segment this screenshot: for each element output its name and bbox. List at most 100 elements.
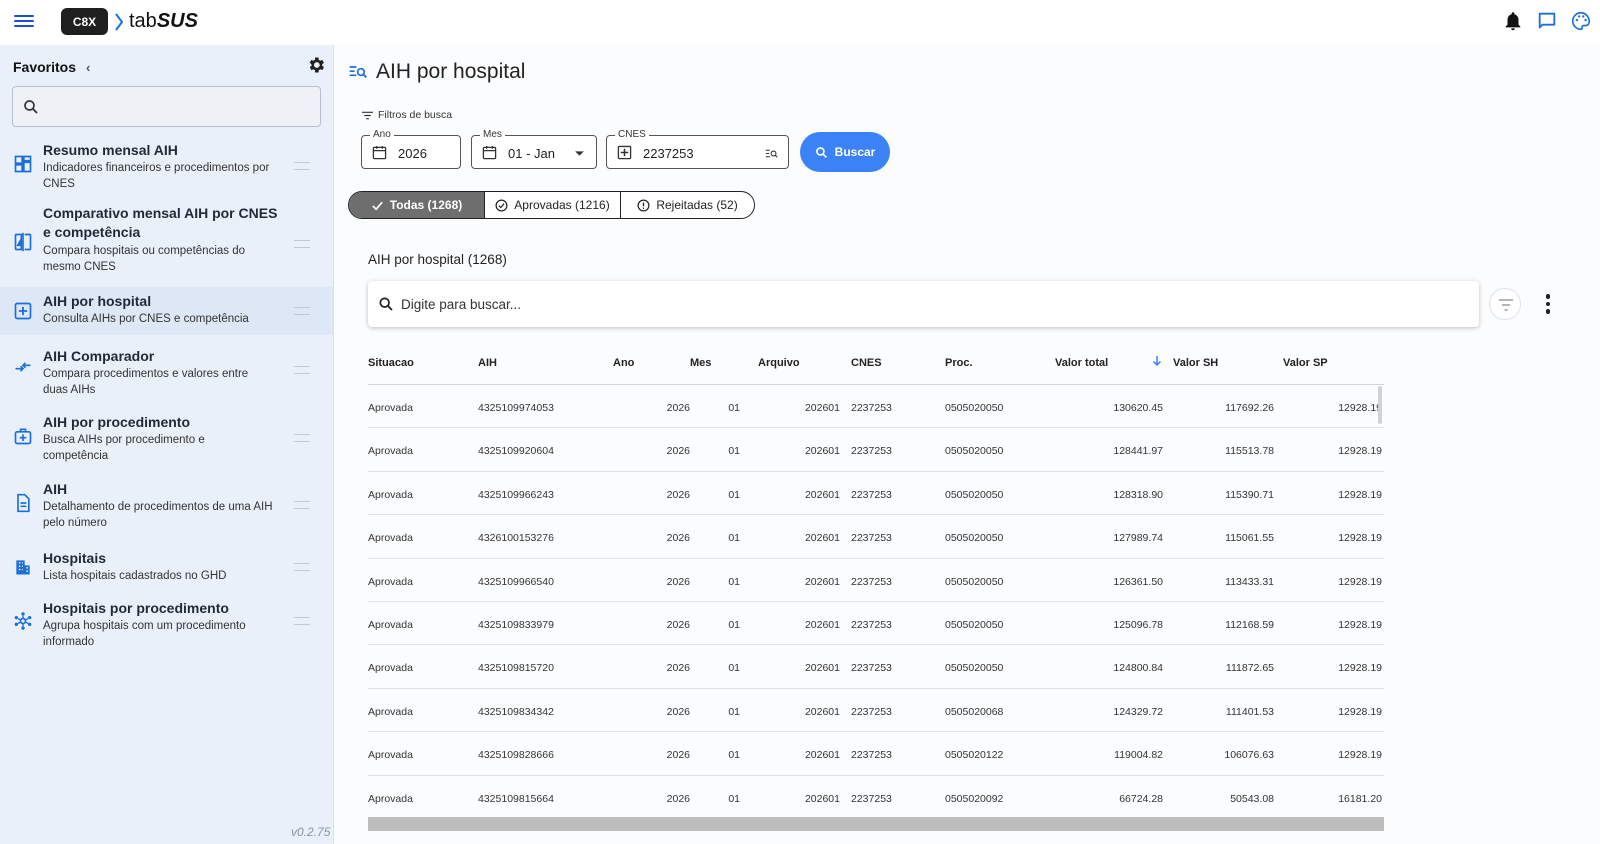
- cell-aih: 4325109815720: [478, 662, 554, 675]
- sidebar-item-desc: Indicadores financeiros e procedimentos …: [43, 162, 270, 190]
- drag-handle-icon[interactable]: [294, 501, 310, 509]
- more-options-icon[interactable]: [1541, 290, 1555, 318]
- column-header[interactable]: AIH: [478, 357, 497, 369]
- horizontal-scrollbar[interactable]: [368, 817, 1384, 831]
- cell-arquivo: 202601: [804, 575, 840, 588]
- sidebar-item-aih[interactable]: AIH Detalhamento de procedimentos de uma…: [0, 475, 333, 539]
- cell-ano: 2026: [666, 618, 690, 631]
- page-header: AIH por hospital: [348, 60, 525, 84]
- cell-arquivo: 202601: [804, 402, 840, 414]
- column-header[interactable]: Valor SP: [1283, 357, 1328, 369]
- table-row[interactable]: Aprovada 4326100153276 2026 01 202601 2237253…: [368, 515, 1384, 559]
- cell-ano: 2026: [666, 749, 690, 762]
- cell-cnes: 2237253: [851, 402, 892, 414]
- cell-proc: 0505020092: [945, 792, 1004, 805]
- segment-aprovadas[interactable]: Aprovadas (1216): [484, 192, 620, 218]
- ano-field[interactable]: Ano 2026: [361, 129, 461, 169]
- table-row[interactable]: Aprovada 4325109920604 2026 01 202601 2237253…: [368, 428, 1384, 472]
- search-icon: [379, 297, 393, 311]
- sidebar-item-aih-comparador[interactable]: AIH Comparador Compara procedimentos e v…: [0, 342, 333, 404]
- column-header[interactable]: Proc.: [945, 357, 973, 369]
- sidebar-item-title: AIH por procedimento: [43, 414, 191, 430]
- table-search-input[interactable]: [401, 291, 1461, 317]
- cell-aih: 4325109966243: [478, 488, 554, 501]
- table-search[interactable]: [368, 281, 1479, 327]
- drag-handle-icon[interactable]: [294, 162, 310, 170]
- column-header[interactable]: Mes: [690, 357, 711, 369]
- column-header[interactable]: Arquivo: [758, 357, 800, 369]
- sidebar-item-desc: Agrupa hospitais com um procedimento inf…: [43, 620, 246, 648]
- sidebar-item-title: Hospitais por procedimento: [43, 600, 229, 616]
- segment-todas[interactable]: Todas (1268): [349, 192, 484, 218]
- drag-handle-icon[interactable]: [294, 366, 310, 374]
- column-header[interactable]: CNES: [851, 357, 882, 369]
- table-body: Aprovada 4325109974053 2026 01 202601 2237253…: [368, 385, 1384, 819]
- cell-valor-sp: 12928.19: [1338, 618, 1382, 631]
- cell-situacao: Aprovada: [368, 402, 413, 414]
- drag-handle-icon[interactable]: [294, 307, 310, 315]
- table-row[interactable]: Aprovada 4325109974053 2026 01 202601 2237253…: [368, 385, 1384, 429]
- cell-aih: 4325109834342: [478, 705, 554, 718]
- sidebar-item-hospitais[interactable]: Hospitais Lista hospitais cadastrados no…: [0, 544, 333, 590]
- segment-label: Aprovadas (1216): [514, 198, 610, 212]
- filters-label-text: Filtros de busca: [378, 109, 453, 121]
- logo-badge[interactable]: C8X: [61, 8, 108, 35]
- app-logo-text[interactable]: tabSUS: [129, 10, 198, 33]
- cell-cnes: 2237253: [851, 749, 892, 762]
- cell-cnes: 2237253: [851, 488, 892, 501]
- table-row[interactable]: Aprovada 4325109815664 2026 01 202601 2237253…: [368, 776, 1384, 819]
- cell-valor-total: 125096.78: [1113, 618, 1163, 631]
- table-row[interactable]: Aprovada 4325109815720 2026 01 202601 2237253…: [368, 645, 1384, 689]
- cnes-field[interactable]: CNES 2237253: [606, 129, 789, 169]
- drag-handle-icon[interactable]: [294, 434, 310, 442]
- cell-mes: 01: [728, 792, 740, 805]
- sidebar-search-input[interactable]: [47, 93, 315, 121]
- table-row[interactable]: Aprovada 4325109833979 2026 01 202601 2237253…: [368, 602, 1384, 646]
- table-row[interactable]: Aprovada 4325109834342 2026 01 202601 2237253…: [368, 689, 1384, 733]
- bell-icon[interactable]: [1502, 10, 1524, 32]
- drag-handle-icon[interactable]: [294, 617, 310, 625]
- sidebar-item-aih-por-procedimento[interactable]: AIH por procedimento Busca AIHs por proc…: [0, 408, 333, 472]
- mes-select[interactable]: Mes 01 - Jan: [471, 129, 597, 169]
- sidebar-search[interactable]: [12, 86, 321, 127]
- table-row[interactable]: Aprovada 4325109828666 2026 01 202601 2237253…: [368, 732, 1384, 776]
- sidebar-item-comparativo-mensal[interactable]: Comparativo mensal AIH por CNES e compet…: [0, 199, 333, 287]
- cell-valor-sp: 12928.19: [1338, 402, 1382, 414]
- chat-icon[interactable]: [1536, 10, 1558, 32]
- check-circle-icon: [495, 199, 508, 211]
- search-list-icon: [349, 66, 367, 79]
- ano-value: 2026: [398, 146, 427, 161]
- sidebar-item-hospitais-por-procedimento[interactable]: Hospitais por procedimento Agrupa hospit…: [0, 594, 333, 660]
- collapse-icon[interactable]: ‹: [86, 60, 90, 75]
- calendar-icon: [482, 145, 497, 160]
- sidebar-item-aih-por-hospital[interactable]: AIH por hospital Consulta AIHs por CNES …: [0, 287, 333, 335]
- drag-handle-icon[interactable]: [294, 563, 310, 571]
- search-list-icon[interactable]: [765, 147, 778, 160]
- drag-handle-icon[interactable]: [294, 240, 310, 248]
- cell-cnes: 2237253: [851, 792, 892, 805]
- cell-valor-sp: 16181.20: [1338, 792, 1382, 805]
- cell-proc: 0505020050: [945, 488, 1004, 501]
- palette-icon[interactable]: [1570, 10, 1592, 32]
- table-row[interactable]: Aprovada 4325109966540 2026 01 202601 2237253…: [368, 559, 1384, 602]
- cell-proc: 0505020050: [945, 618, 1004, 631]
- menu-icon[interactable]: [14, 12, 34, 32]
- column-header[interactable]: Situacao: [368, 357, 414, 369]
- segment-rejeitadas[interactable]: Rejeitadas (52): [620, 192, 754, 218]
- chevron-down-icon[interactable]: [573, 147, 586, 160]
- table-row[interactable]: Aprovada 4325109966243 2026 01 202601 2237253…: [368, 472, 1384, 516]
- column-filter-button[interactable]: [1489, 288, 1521, 320]
- vertical-scrollbar[interactable]: [1378, 386, 1382, 424]
- arrow-down-icon[interactable]: [1151, 355, 1163, 367]
- sidebar-item-desc: Compara hospitais ou competências do mes…: [43, 245, 246, 273]
- cell-arquivo: 202601: [804, 488, 840, 501]
- medical-bag-icon: [14, 428, 32, 445]
- sidebar-item-resumo-mensal-aih[interactable]: Resumo mensal AIH Indicadores financeiro…: [0, 133, 333, 199]
- column-header[interactable]: Valor total: [1055, 357, 1108, 369]
- buscar-button[interactable]: Buscar: [800, 132, 890, 172]
- column-header[interactable]: Ano: [613, 357, 634, 369]
- cell-mes: 01: [728, 575, 740, 588]
- column-header[interactable]: Valor SH: [1173, 357, 1218, 369]
- cell-aih: 4325109815664: [478, 792, 554, 805]
- gear-icon[interactable]: [306, 55, 326, 75]
